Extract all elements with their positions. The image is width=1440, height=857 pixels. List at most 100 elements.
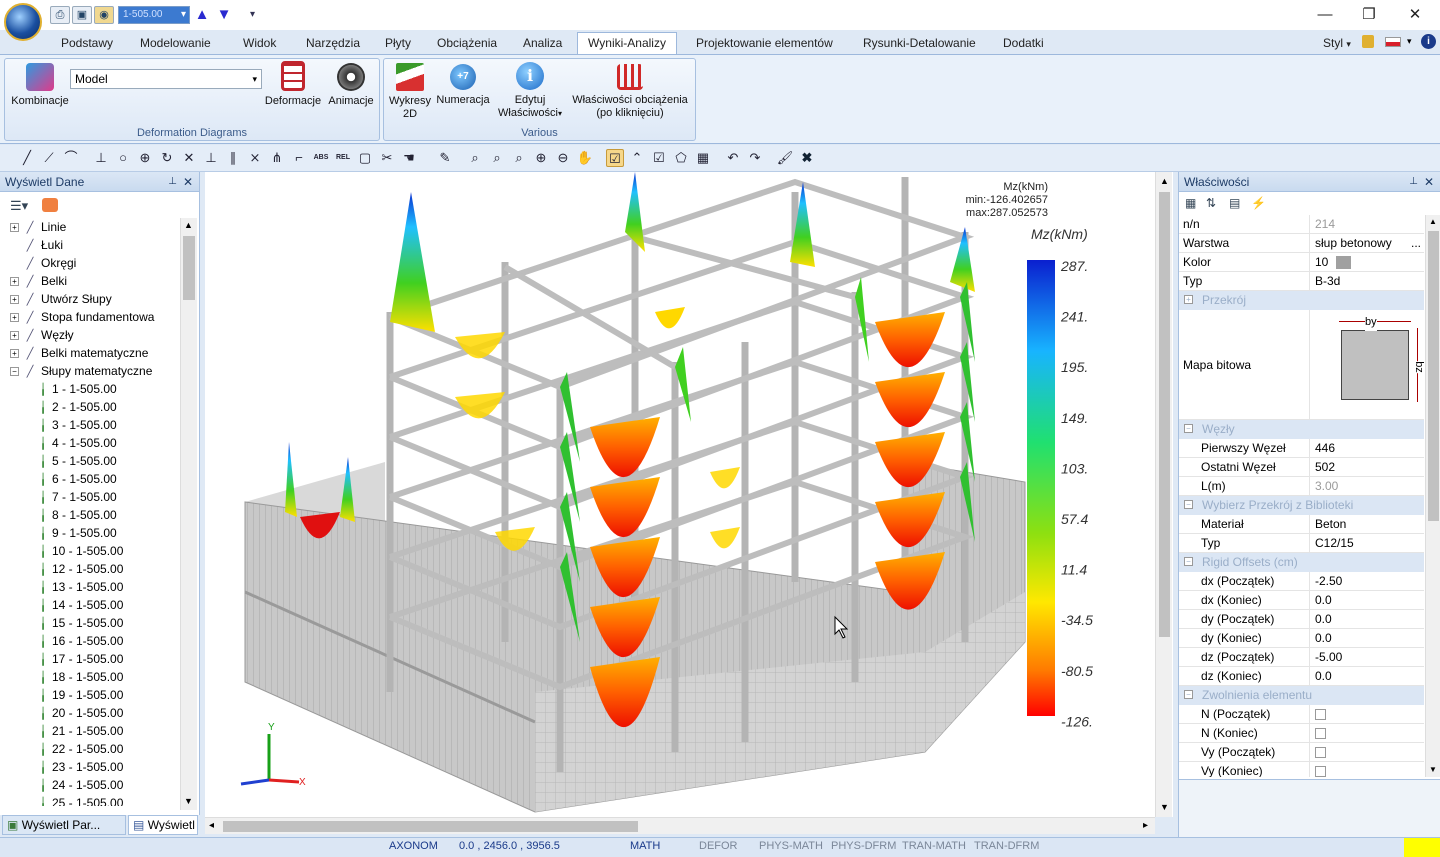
expander-icon[interactable]: + xyxy=(10,331,19,341)
zoom-icon[interactable]: ⌕ xyxy=(466,149,484,167)
property-pages-icon[interactable]: ▤ xyxy=(1229,196,1240,210)
wlasciwosci-obciazenia-button[interactable]: Właściwości obciążenia (po kliknięciu) xyxy=(568,60,692,120)
numeracja-button[interactable]: +7 Numeracja xyxy=(434,60,492,107)
property-row[interactable]: dz (Początek) -5.00 xyxy=(1179,648,1424,667)
viewport-vscrollbar[interactable]: ▲ ▼ xyxy=(1155,172,1172,817)
property-row[interactable]: Warstwa słup betonowy... xyxy=(1179,234,1424,253)
redo-icon[interactable]: ↷ xyxy=(746,149,764,167)
tab-narzedzia[interactable]: Narzędzia xyxy=(300,34,366,54)
tree-view-options-icon[interactable]: ☰▾ xyxy=(10,198,28,214)
tree-leaf-column[interactable]: ╽ 20 - 1-505.00 xyxy=(0,704,124,722)
tab-dodatki[interactable]: Dodatki xyxy=(997,34,1050,54)
tree-node[interactable]: + ╱ Belki matematyczne xyxy=(0,344,148,362)
tab-podstawy[interactable]: Podstawy xyxy=(55,34,119,54)
property-checkbox[interactable] xyxy=(1315,747,1326,758)
structure-model[interactable]: Mz(kNm) min:-126.402657 max:287.052573 M… xyxy=(205,172,1173,817)
scroll-down-icon[interactable]: ▼ xyxy=(1160,802,1169,812)
property-checkbox[interactable] xyxy=(1315,728,1326,739)
midpoint-icon[interactable]: ⊥ xyxy=(202,149,220,167)
kombinacje-button[interactable]: Kombinacje xyxy=(8,60,72,108)
tree-leaf-column[interactable]: ╽ 15 - 1-505.00 xyxy=(0,614,124,632)
edytuj-wlasciwosci-button[interactable]: i Edytuj Właściwości▾ xyxy=(492,60,568,120)
maximize-button[interactable]: ❐ xyxy=(1354,4,1384,26)
property-value[interactable]: słup betonowy... xyxy=(1315,234,1423,252)
status-tran-math[interactable]: TRAN-MATH xyxy=(902,837,966,857)
property-row[interactable]: Ostatni Węzeł 502 xyxy=(1179,458,1424,477)
zoom-out-icon[interactable]: ⊖ xyxy=(554,149,572,167)
tree-leaf-column[interactable]: ╽ 25 - 1-505.00 xyxy=(0,794,124,806)
expander-icon[interactable]: − xyxy=(10,367,19,377)
status-phys-dfrm[interactable]: PHYS-DFRM xyxy=(831,837,896,857)
deformacje-button[interactable]: Deformacje xyxy=(263,60,323,108)
scroll-left-icon[interactable]: ◂ xyxy=(209,820,214,831)
property-value[interactable]: Beton xyxy=(1315,515,1423,533)
property-checkbox[interactable] xyxy=(1315,709,1326,720)
tree-leaf-column[interactable]: ╽ 4 - 1-505.00 xyxy=(0,434,117,452)
style-menu[interactable]: Styl ▾ xyxy=(1317,34,1357,54)
color-swatch[interactable] xyxy=(1336,256,1352,270)
animacje-button[interactable]: Animacje xyxy=(325,60,377,108)
circle-icon[interactable]: ○ xyxy=(114,149,132,167)
property-value[interactable]: 0.0 xyxy=(1315,610,1423,628)
status-defor[interactable]: DEFOR xyxy=(699,837,738,857)
tree-node[interactable]: + ╱ Linie xyxy=(0,218,66,236)
tree-leaf-column[interactable]: ╽ 3 - 1-505.00 xyxy=(0,416,117,434)
property-category[interactable]: − Węzły xyxy=(1179,420,1424,439)
wykresy-2d-button[interactable]: Wykresy 2D xyxy=(386,60,434,121)
tree-leaf-column[interactable]: ╽ 6 - 1-505.00 xyxy=(0,470,117,488)
tree-leaf-column[interactable]: ╽ 1 - 1-505.00 xyxy=(0,380,117,398)
close-icon[interactable]: ✕ xyxy=(183,172,193,192)
bitmap-row[interactable]: Mapa bitowa by bz xyxy=(1179,310,1424,420)
customize-qa-icon[interactable]: ▾ xyxy=(250,9,255,20)
property-value[interactable]: 0.0 xyxy=(1315,667,1423,685)
tree-leaf-column[interactable]: ╽ 19 - 1-505.00 xyxy=(0,686,124,704)
abs-icon[interactable]: ABS xyxy=(312,149,330,167)
app-menu-orb[interactable] xyxy=(4,3,42,41)
ellipsis-button[interactable]: ... xyxy=(1411,234,1421,252)
status-math[interactable]: MATH xyxy=(630,837,660,857)
shape-icon[interactable]: ⬠ xyxy=(672,149,690,167)
perpendicular-icon[interactable]: ⊥ xyxy=(92,149,110,167)
graph-icon[interactable]: ⌃ xyxy=(628,149,646,167)
tree-node[interactable]: + ╱ Utwórz Słupy xyxy=(0,290,112,308)
status-phys-math[interactable]: PHYS-MATH xyxy=(759,837,823,857)
property-row[interactable]: L(m) 3.00 xyxy=(1179,477,1424,496)
tree-scrollbar[interactable]: ▲ ▼ xyxy=(180,218,197,810)
arc-tool-icon[interactable]: ⌒ xyxy=(62,149,80,167)
property-row[interactable]: Typ B-3d xyxy=(1179,272,1424,291)
node-icon[interactable]: ⋔ xyxy=(268,149,286,167)
categorized-icon[interactable]: ▦ xyxy=(1185,196,1196,210)
scroll-up-icon[interactable]: ▲ xyxy=(1429,217,1437,226)
expander-icon[interactable]: − xyxy=(1184,690,1193,699)
3d-viewport[interactable]: Mz(kNm) min:-126.402657 max:287.052573 M… xyxy=(205,172,1173,817)
tree-node[interactable]: ╱ Okręgi xyxy=(0,254,77,272)
property-row[interactable]: dx (Początek) -2.50 xyxy=(1179,572,1424,591)
property-row[interactable]: N (Początek) xyxy=(1179,705,1424,724)
expander-icon[interactable]: + xyxy=(10,277,19,287)
property-value[interactable]: 3.00 xyxy=(1315,477,1423,495)
property-category[interactable]: − Wybierz Przekrój z Biblioteki xyxy=(1179,496,1424,515)
property-value[interactable] xyxy=(1315,743,1423,763)
close-icon[interactable]: ✖ xyxy=(798,149,816,167)
check-icon[interactable]: ☑ xyxy=(606,149,624,167)
pan-icon[interactable]: ✋ xyxy=(576,149,594,167)
tree-leaf-column[interactable]: ╽ 16 - 1-505.00 xyxy=(0,632,124,650)
expander-icon[interactable] xyxy=(10,241,19,250)
undo-icon[interactable]: ↶ xyxy=(724,149,742,167)
property-row[interactable]: dy (Początek) 0.0 xyxy=(1179,610,1424,629)
pencil-icon[interactable]: ✎ xyxy=(436,149,454,167)
zoom-in-icon[interactable]: ⊕ xyxy=(532,149,550,167)
tab-obciazenia[interactable]: Obciążenia xyxy=(431,34,503,54)
property-row[interactable]: Typ C12/15 xyxy=(1179,534,1424,553)
property-row[interactable]: Materiał Beton xyxy=(1179,515,1424,534)
scroll-up-icon[interactable]: ▲ xyxy=(1160,176,1169,186)
zoom-window-icon[interactable]: ⌕ xyxy=(488,149,506,167)
tree-leaf-column[interactable]: ╽ 5 - 1-505.00 xyxy=(0,452,117,470)
lock-icon[interactable] xyxy=(1362,35,1374,48)
tree-leaf-column[interactable]: ╽ 22 - 1-505.00 xyxy=(0,740,124,758)
expander-icon[interactable]: − xyxy=(1184,557,1193,566)
expander-icon[interactable]: − xyxy=(1184,500,1193,509)
close-icon[interactable]: ✕ xyxy=(1424,172,1434,192)
tree-node[interactable]: ╱ Łuki xyxy=(0,236,63,254)
property-value[interactable]: B-3d xyxy=(1315,272,1423,290)
